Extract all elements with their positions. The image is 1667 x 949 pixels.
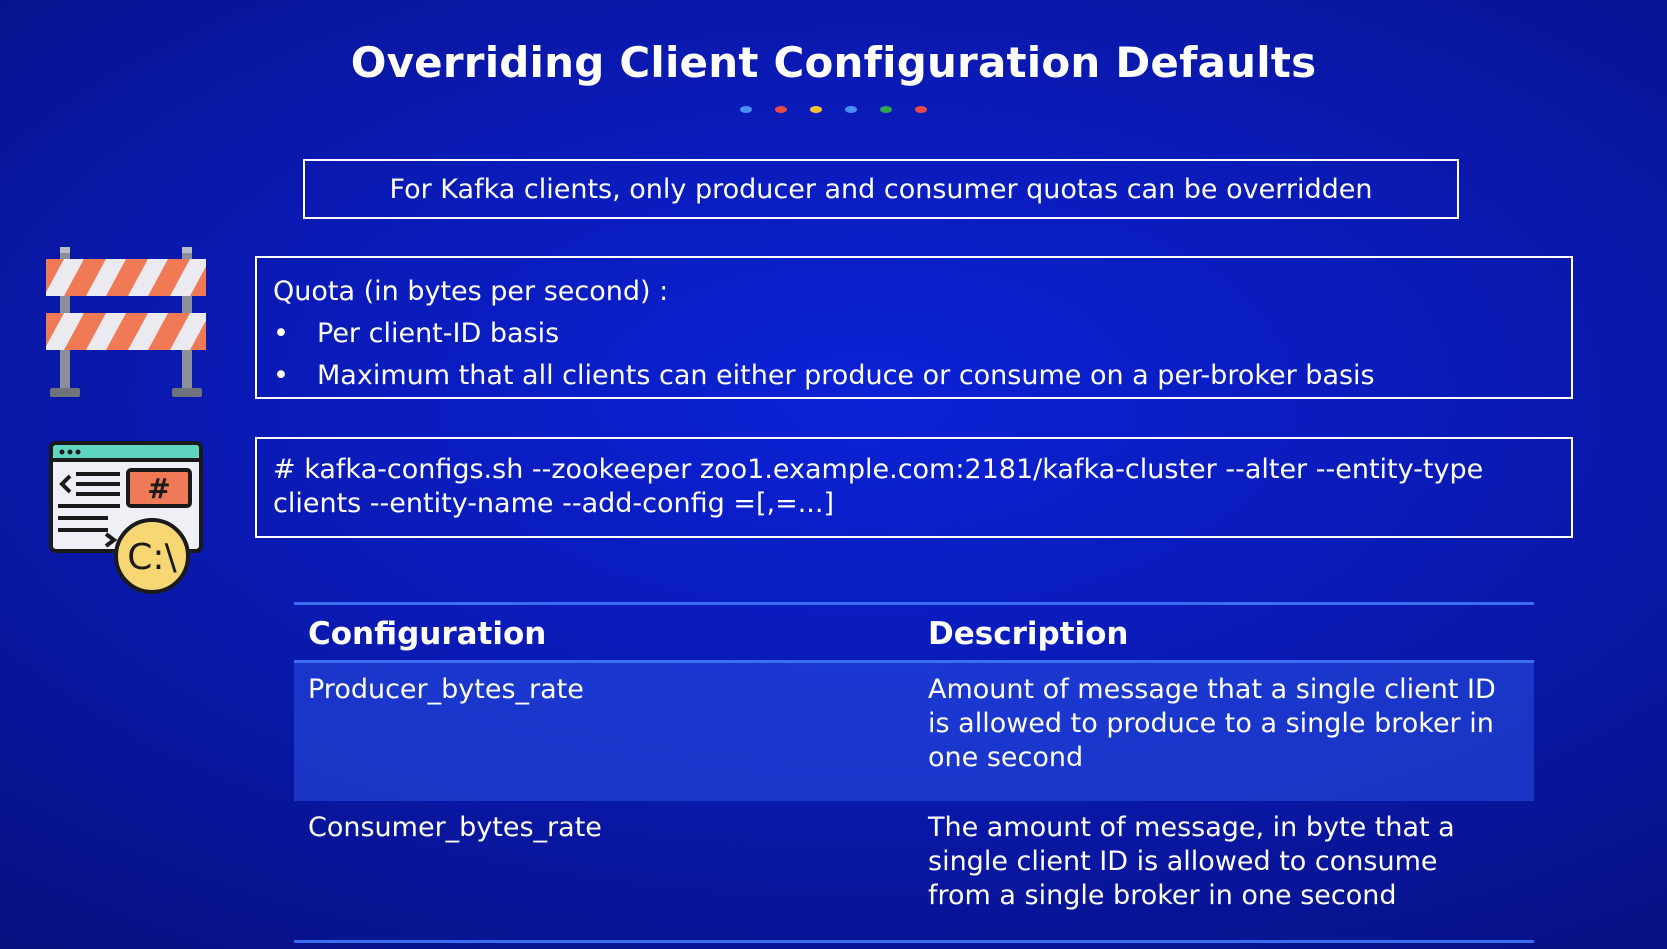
config-cell: Producer_bytes_rate bbox=[294, 661, 914, 801]
hash-label: # bbox=[147, 472, 170, 505]
column-header-description: Description bbox=[914, 603, 1534, 663]
command-line-1: # kafka-configs.sh --zookeeper zoo1.exam… bbox=[273, 454, 1484, 485]
decorative-dots bbox=[0, 106, 1667, 113]
description-line: single client ID is allowed to consume bbox=[928, 845, 1438, 877]
list-item: • Per client-ID basis bbox=[273, 313, 1555, 355]
dot bbox=[845, 106, 857, 113]
command-line-icon: # C:\ bbox=[49, 441, 203, 594]
config-cell: Consumer_bytes_rate bbox=[308, 811, 602, 843]
dot bbox=[880, 106, 892, 113]
table-row: Producer_bytes_rate Amount of message th… bbox=[294, 661, 1534, 801]
list-item-text: Per client-ID basis bbox=[317, 318, 560, 349]
description-line: is allowed to produce to a single broker… bbox=[928, 708, 1494, 739]
list-item-text: Maximum that all clients can either prod… bbox=[317, 360, 1375, 391]
description-line: one second bbox=[928, 742, 1084, 773]
command-line-2: clients --entity-name --add-config =[,=.… bbox=[273, 488, 834, 519]
config-table: Configuration Description Producer_bytes… bbox=[294, 602, 1534, 943]
slide-title: Overriding Client Configuration Defaults bbox=[350, 38, 1317, 87]
bullet: • bbox=[273, 318, 289, 349]
table-header-row: Configuration Description bbox=[294, 603, 1534, 663]
dot bbox=[915, 106, 927, 113]
quota-box: Quota (in bytes per second) : • Per clie… bbox=[255, 256, 1573, 399]
terminal-label: C:\ bbox=[127, 537, 177, 578]
description-line: The amount of message, in byte that a bbox=[928, 811, 1455, 843]
dot bbox=[810, 106, 822, 113]
note-box: For Kafka clients, only producer and con… bbox=[303, 159, 1459, 219]
command-box: # kafka-configs.sh --zookeeper zoo1.exam… bbox=[255, 437, 1573, 538]
road-barrier-icon bbox=[46, 247, 206, 397]
description-line: from a single broker in one second bbox=[928, 879, 1397, 911]
column-header-configuration: Configuration bbox=[294, 603, 914, 663]
quota-heading: Quota (in bytes per second) : bbox=[273, 276, 669, 307]
dot bbox=[775, 106, 787, 113]
quota-list: • Per client-ID basis • Maximum that all… bbox=[273, 313, 1555, 397]
bullet: • bbox=[273, 360, 289, 391]
description-cell: Amount of message that a single client I… bbox=[914, 661, 1534, 801]
list-item: • Maximum that all clients can either pr… bbox=[273, 355, 1555, 397]
dot bbox=[740, 106, 752, 113]
table-row: Consumer_bytes_rate The amount of messag… bbox=[294, 801, 1534, 942]
description-cell: The amount of message, in byte that a si… bbox=[914, 801, 1534, 942]
description-line: Amount of message that a single client I… bbox=[928, 674, 1496, 705]
